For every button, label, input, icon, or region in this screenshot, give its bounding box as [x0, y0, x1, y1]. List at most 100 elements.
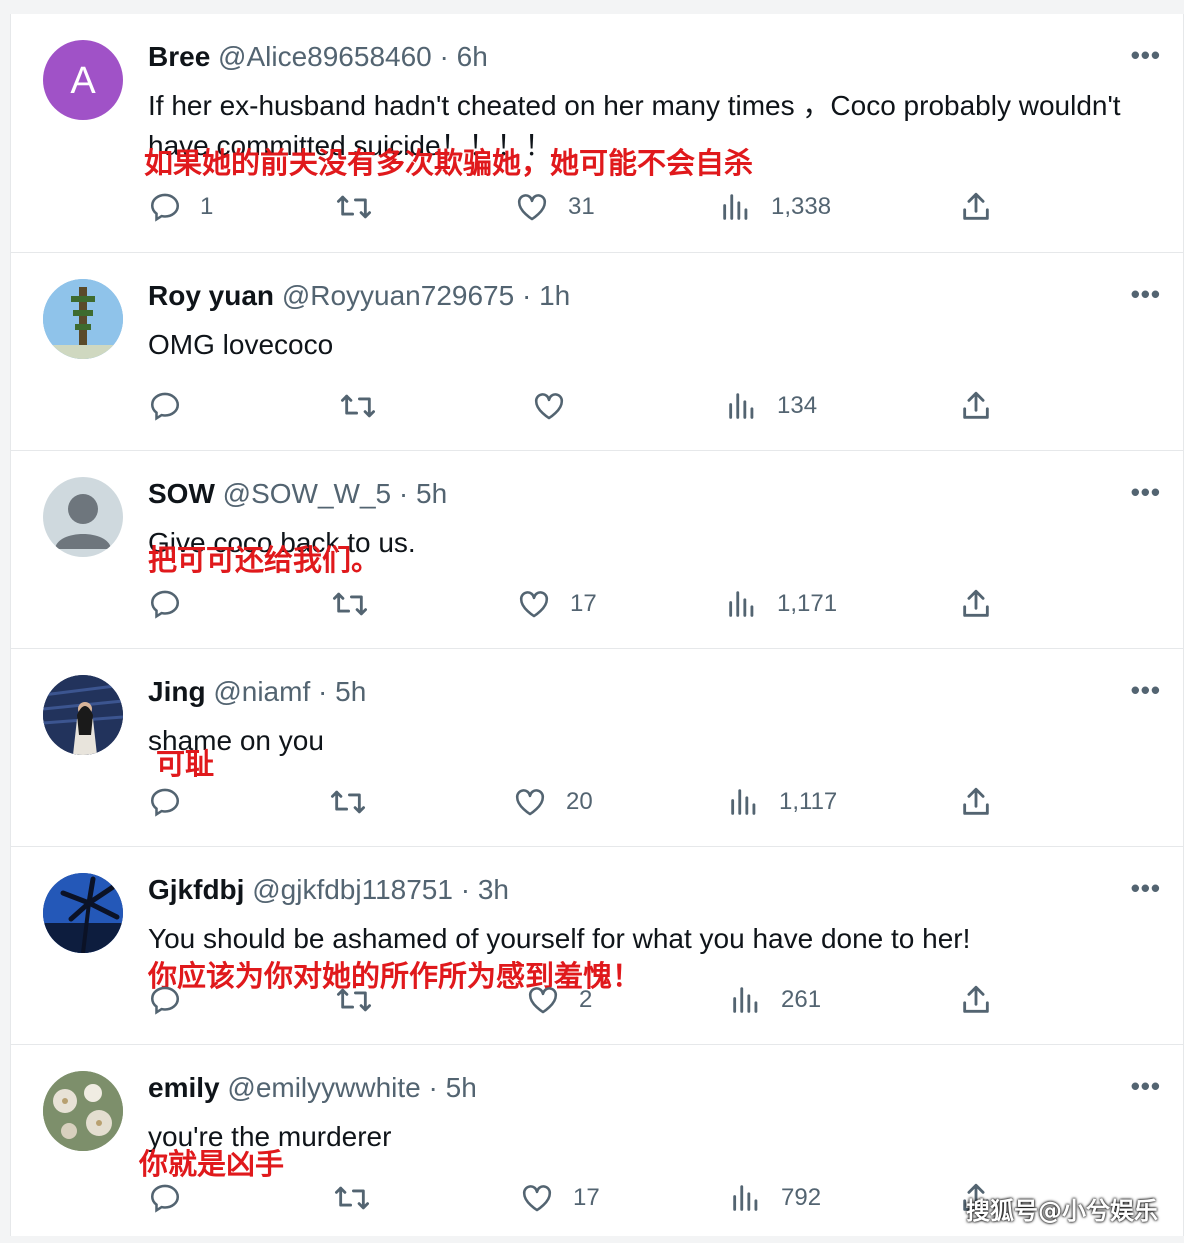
- reply-button[interactable]: [148, 1181, 200, 1215]
- timestamp[interactable]: 5h: [446, 1072, 477, 1103]
- like-button[interactable]: 2: [525, 983, 592, 1017]
- retweet-button[interactable]: [333, 1181, 389, 1215]
- views-button[interactable]: 1,171: [725, 587, 837, 621]
- more-options-icon[interactable]: •••: [1131, 40, 1161, 71]
- more-options-icon[interactable]: •••: [1131, 675, 1161, 706]
- reply-icon: [148, 983, 182, 1017]
- avatar-letter: A: [70, 60, 96, 102]
- more-options-icon[interactable]: •••: [1131, 1071, 1161, 1102]
- heart-icon: [519, 1181, 555, 1215]
- timestamp[interactable]: 3h: [478, 874, 509, 905]
- display-name[interactable]: Roy yuan: [148, 280, 274, 311]
- display-name[interactable]: emily: [148, 1072, 220, 1103]
- handle[interactable]: @Royyuan729675: [282, 280, 514, 311]
- reply-button[interactable]: [148, 389, 200, 423]
- tweet[interactable]: SOW @SOW_W_5 · 5h ••• Give coco back to …: [11, 450, 1183, 649]
- translation-overlay: 你就是凶手: [139, 1147, 285, 1181]
- avatar[interactable]: [43, 1071, 123, 1151]
- view-count: 1,338: [771, 193, 832, 220]
- like-button[interactable]: [531, 389, 585, 423]
- retweet-button[interactable]: [329, 785, 385, 819]
- retweet-button[interactable]: [335, 190, 391, 224]
- avatar[interactable]: [43, 477, 123, 557]
- like-count: 31: [568, 193, 595, 220]
- translation-overlay: 把可可还给我们。: [148, 543, 381, 577]
- views-button[interactable]: 1,117: [727, 785, 837, 819]
- reply-icon: [148, 389, 182, 423]
- share-button[interactable]: [959, 389, 993, 423]
- share-button[interactable]: [959, 587, 993, 621]
- display-name[interactable]: Jing: [148, 676, 206, 707]
- timestamp[interactable]: 6h: [457, 41, 488, 72]
- heart-icon: [525, 983, 561, 1017]
- views-button[interactable]: 261: [729, 983, 821, 1017]
- separator-dot: ·: [428, 1072, 438, 1103]
- avatar-image: [43, 279, 123, 359]
- tweet-text: you're the murderer: [148, 1121, 392, 1152]
- separator-dot: ·: [318, 676, 328, 707]
- handle[interactable]: @Alice89658460: [218, 41, 432, 72]
- reply-button[interactable]: [148, 983, 200, 1017]
- share-button[interactable]: [959, 190, 993, 224]
- reply-icon: [148, 587, 182, 621]
- timestamp[interactable]: 5h: [416, 478, 447, 509]
- share-button[interactable]: [959, 785, 993, 819]
- display-name[interactable]: SOW: [148, 478, 215, 509]
- reply-icon: [148, 1181, 182, 1215]
- separator-dot: ·: [460, 874, 471, 905]
- like-button[interactable]: 20: [512, 785, 593, 819]
- tweet[interactable]: Roy yuan @Royyuan729675 · 1h ••• OMG lov…: [11, 252, 1183, 451]
- views-button[interactable]: 792: [729, 1181, 821, 1215]
- views-button[interactable]: 134: [725, 389, 817, 423]
- avatar[interactable]: [43, 873, 123, 953]
- avatar[interactable]: [43, 675, 123, 755]
- handle[interactable]: @gjkfdbj118751: [252, 874, 453, 905]
- avatar[interactable]: [43, 279, 123, 359]
- like-count: 2: [579, 986, 593, 1013]
- retweet-button[interactable]: [331, 587, 387, 621]
- share-icon: [959, 389, 993, 423]
- handle[interactable]: @SOW_W_5: [223, 478, 391, 509]
- more-options-icon[interactable]: •••: [1131, 873, 1161, 904]
- handle[interactable]: @niamf: [213, 676, 310, 707]
- views-button[interactable]: 1,338: [719, 190, 831, 224]
- reply-feed: A Bree @Alice89658460 · 6h ••• If her ex…: [10, 14, 1184, 1236]
- reply-button[interactable]: 1: [148, 190, 213, 224]
- action-bar: 2 261: [11, 983, 1183, 1019]
- retweet-icon: [339, 389, 377, 423]
- view-count: 134: [777, 392, 818, 419]
- retweet-icon: [331, 587, 369, 621]
- timestamp[interactable]: 1h: [539, 280, 570, 311]
- handle[interactable]: @emilyywwhite: [227, 1072, 420, 1103]
- tweet[interactable]: Jing @niamf · 5h ••• shame on you 可耻 20 …: [11, 648, 1183, 847]
- like-button[interactable]: 31: [514, 190, 595, 224]
- timestamp[interactable]: 5h: [335, 676, 366, 707]
- tweet[interactable]: Gjkfdbj @gjkfdbj118751 · 3h ••• You shou…: [11, 846, 1183, 1045]
- retweet-button[interactable]: [335, 983, 391, 1017]
- like-button[interactable]: 17: [519, 1181, 600, 1215]
- reply-count: 1: [200, 193, 214, 220]
- more-options-icon[interactable]: •••: [1131, 279, 1161, 310]
- display-name[interactable]: Bree: [148, 41, 210, 72]
- view-count: 261: [781, 986, 822, 1013]
- tweet[interactable]: A Bree @Alice89658460 · 6h ••• If her ex…: [11, 14, 1183, 222]
- default-avatar-icon: [55, 494, 111, 549]
- like-count: 20: [566, 788, 593, 815]
- share-icon: [959, 587, 993, 621]
- action-bar: 1 31 1,338: [11, 190, 1183, 226]
- separator-dot: ·: [521, 280, 532, 311]
- retweet-button[interactable]: [339, 389, 395, 423]
- like-button[interactable]: 17: [516, 587, 597, 621]
- display-name[interactable]: Gjkfdbj: [148, 874, 244, 905]
- action-bar: 17 1,171: [11, 587, 1183, 623]
- avatar[interactable]: A: [43, 40, 123, 120]
- like-count: 17: [570, 590, 597, 617]
- analytics-icon: [729, 1181, 763, 1215]
- analytics-icon: [729, 983, 763, 1017]
- share-button[interactable]: [959, 983, 993, 1017]
- more-options-icon[interactable]: •••: [1131, 477, 1161, 508]
- tweet-header: Roy yuan @Royyuan729675 · 1h: [148, 280, 570, 312]
- separator-dot: ·: [439, 41, 449, 72]
- reply-button[interactable]: [148, 587, 200, 621]
- reply-button[interactable]: [148, 785, 200, 819]
